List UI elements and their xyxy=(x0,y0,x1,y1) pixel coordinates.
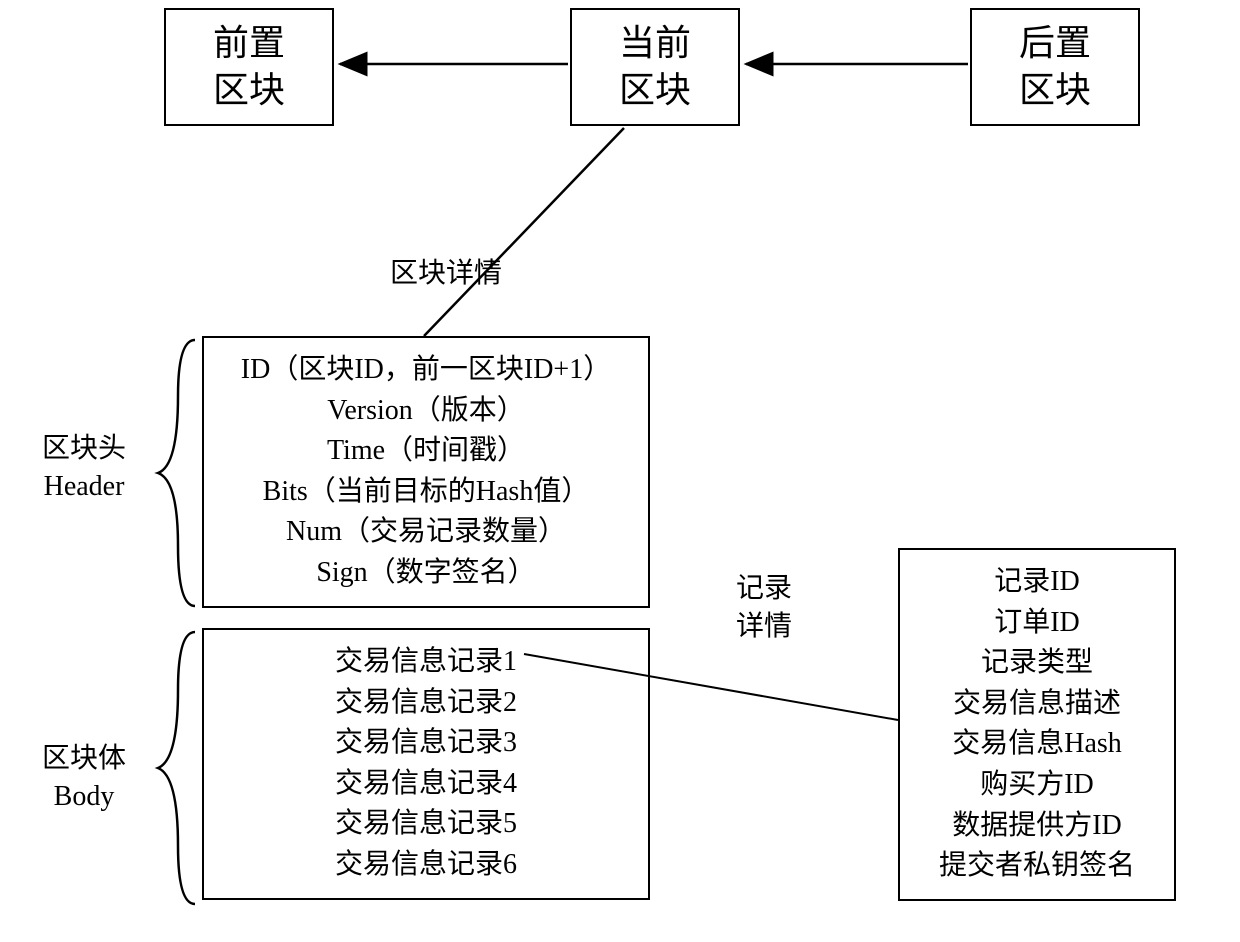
header-f6: Sign（数字签名） xyxy=(220,553,632,594)
prev-block-l2: 区块 xyxy=(196,67,302,114)
curr-block-box: 当前 区块 xyxy=(570,8,740,126)
record-f8: 提交者私钥签名 xyxy=(916,846,1158,887)
brace-header-icon xyxy=(150,336,200,610)
record-detail-l2: 详情 xyxy=(736,608,792,646)
header-f3: Time（时间戳） xyxy=(220,431,632,472)
header-section-label: 区块头 Header xyxy=(42,430,126,506)
record-f2: 订单ID xyxy=(916,603,1158,644)
body-zh: 区块体 xyxy=(42,740,126,778)
next-block-l1: 后置 xyxy=(1002,20,1108,67)
record-f3: 记录类型 xyxy=(916,643,1158,684)
body-r1: 交易信息记录1 xyxy=(220,642,632,683)
body-r4: 交易信息记录4 xyxy=(220,764,632,805)
prev-block-l1: 前置 xyxy=(196,20,302,67)
block-body-box: 交易信息记录1 交易信息记录2 交易信息记录3 交易信息记录4 交易信息记录5 … xyxy=(202,628,650,900)
header-en: Header xyxy=(42,468,126,506)
line-curr-to-detail xyxy=(424,128,624,336)
record-detail-box: 记录ID 订单ID 记录类型 交易信息描述 交易信息Hash 购买方ID 数据提… xyxy=(898,548,1176,901)
body-r3: 交易信息记录3 xyxy=(220,723,632,764)
header-f2: Version（版本） xyxy=(220,391,632,432)
curr-block-l1: 当前 xyxy=(602,20,708,67)
body-r2: 交易信息记录2 xyxy=(220,683,632,724)
record-f4: 交易信息描述 xyxy=(916,684,1158,725)
brace-body-icon xyxy=(150,628,200,908)
record-f6: 购买方ID xyxy=(916,765,1158,806)
prev-block-box: 前置 区块 xyxy=(164,8,334,126)
curr-block-l2: 区块 xyxy=(602,67,708,114)
record-detail-l1: 记录 xyxy=(736,570,792,608)
body-r6: 交易信息记录6 xyxy=(220,845,632,886)
next-block-l2: 区块 xyxy=(1002,67,1108,114)
record-detail-label: 记录 详情 xyxy=(736,570,792,646)
next-block-box: 后置 区块 xyxy=(970,8,1140,126)
record-f7: 数据提供方ID xyxy=(916,806,1158,847)
body-r5: 交易信息记录5 xyxy=(220,804,632,845)
header-f4: Bits（当前目标的Hash值） xyxy=(220,472,632,513)
record-f1: 记录ID xyxy=(916,562,1158,603)
header-f5: Num（交易记录数量） xyxy=(220,512,632,553)
record-f5: 交易信息Hash xyxy=(916,724,1158,765)
header-f1: ID（区块ID，前一区块ID+1） xyxy=(220,350,632,391)
header-zh: 区块头 xyxy=(42,430,126,468)
body-en: Body xyxy=(42,778,126,816)
block-header-box: ID（区块ID，前一区块ID+1） Version（版本） Time（时间戳） … xyxy=(202,336,650,608)
body-section-label: 区块体 Body xyxy=(42,740,126,816)
block-detail-label: 区块详情 xyxy=(390,255,502,293)
